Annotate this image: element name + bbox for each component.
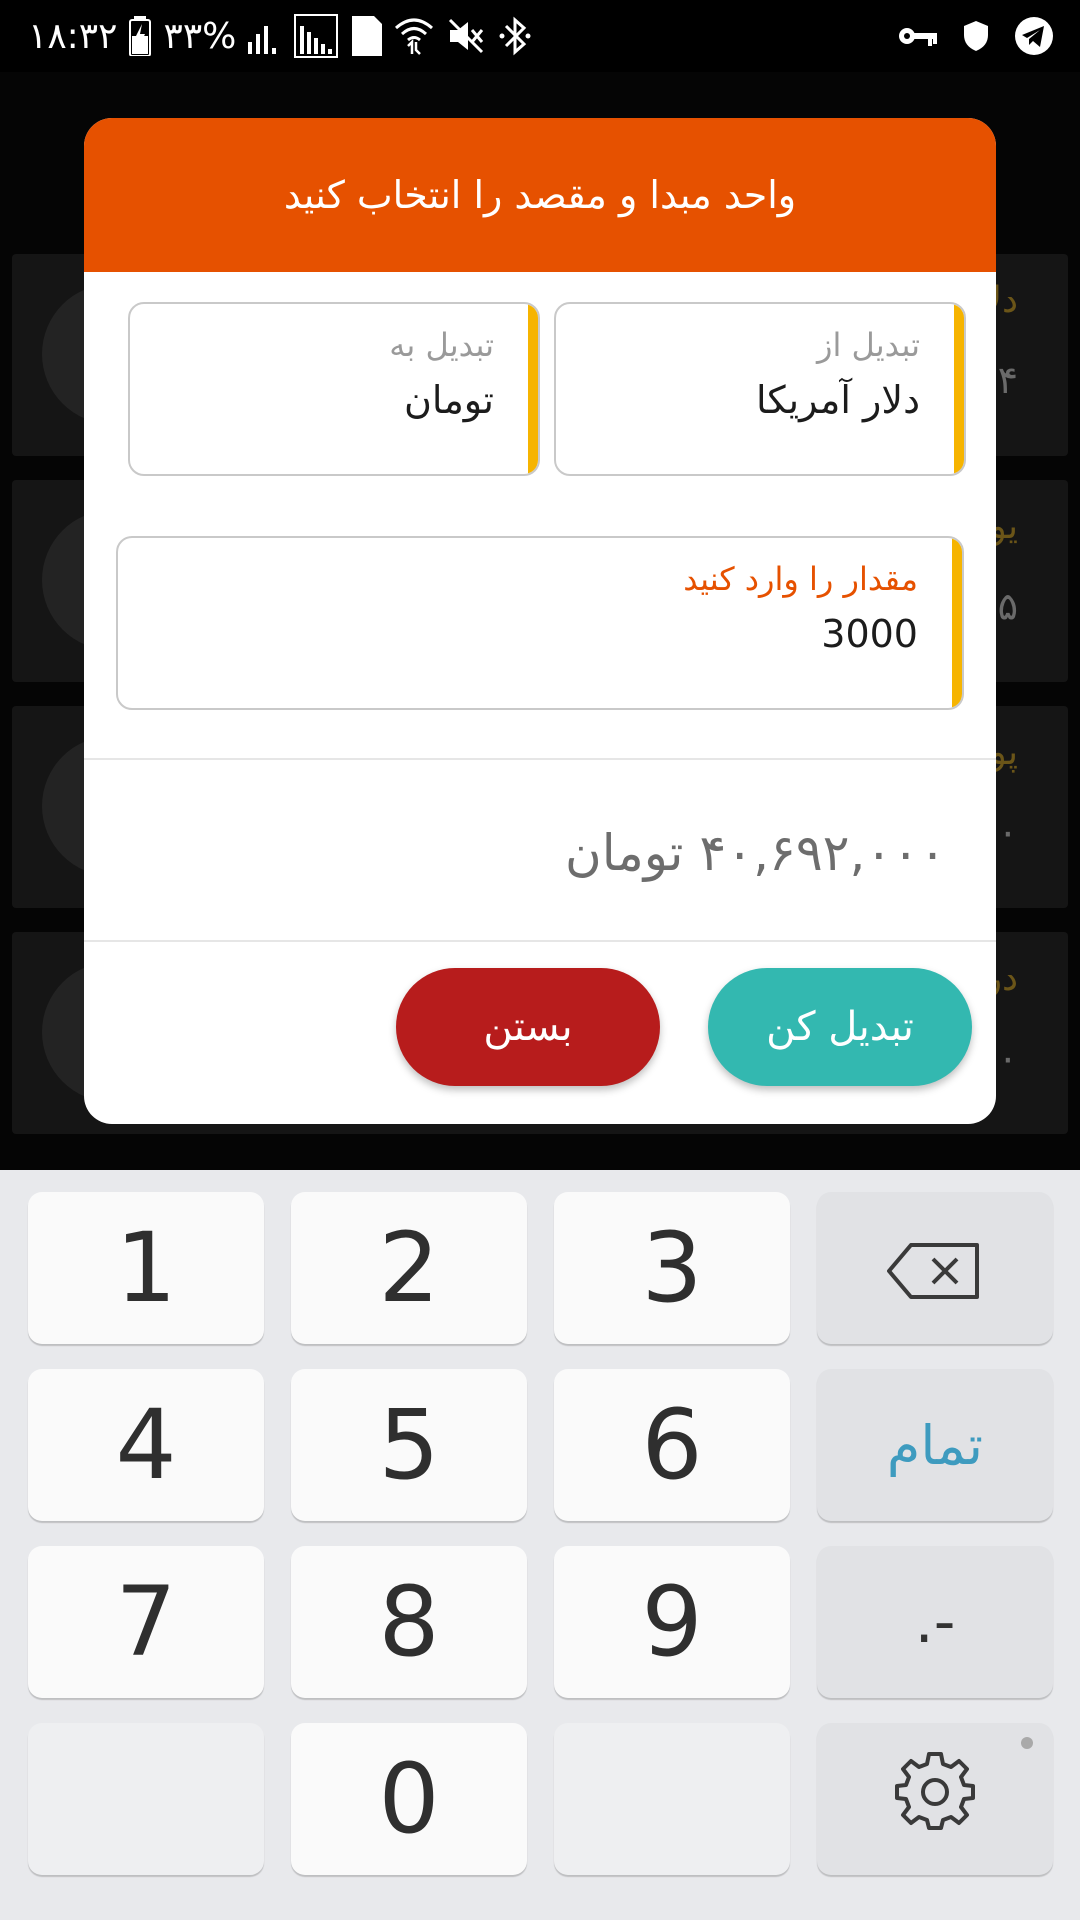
key-9[interactable]: 9: [554, 1546, 790, 1698]
amount-input[interactable]: مقدار را وارد کنید 3000: [116, 536, 964, 710]
field-accent: [528, 304, 538, 474]
bluetooth-icon: [498, 14, 532, 58]
empty-key: [554, 1723, 790, 1875]
to-unit-value: تومان: [403, 378, 494, 422]
status-bar: ۱۸:۳۲ ۳۳%: [0, 0, 1080, 72]
from-unit-value: دلار آمریکا: [755, 378, 920, 422]
to-unit-label: تبدیل به: [389, 326, 494, 364]
from-unit-label: تبدیل از: [816, 326, 920, 364]
battery-percent: ۳۳%: [163, 15, 237, 57]
symbol-key-label: .-: [914, 1587, 956, 1657]
dialog-header: واحد مبدا و مقصد را انتخاب کنید: [84, 118, 996, 272]
field-accent: [954, 304, 964, 474]
convert-button[interactable]: تبدیل کن: [708, 968, 972, 1086]
numeric-keyboard: 1 2 3 4 5 6 تمام 7 8 9 .- 0: [0, 1170, 1080, 1920]
to-unit-field[interactable]: تبدیل به تومان: [128, 302, 540, 476]
signal-icon: [248, 14, 282, 58]
amount-value: 3000: [821, 612, 918, 656]
key-4[interactable]: 4: [28, 1369, 264, 1521]
done-key-label: تمام: [886, 1413, 984, 1477]
divider: [84, 940, 996, 942]
key-6[interactable]: 6: [554, 1369, 790, 1521]
key-7[interactable]: 7: [28, 1546, 264, 1698]
key-5[interactable]: 5: [291, 1369, 527, 1521]
mute-icon: [446, 14, 486, 58]
wifi-icon: [394, 14, 434, 58]
vpn-key-icon: [898, 14, 938, 58]
settings-key[interactable]: [817, 1723, 1053, 1875]
gear-icon: [893, 1743, 977, 1855]
key-indicator-dot: [1021, 1737, 1033, 1749]
key-0[interactable]: 0: [291, 1723, 527, 1875]
from-unit-field[interactable]: تبدیل از دلار آمریکا: [554, 302, 966, 476]
close-button[interactable]: بستن: [396, 968, 660, 1086]
amount-label: مقدار را وارد کنید: [683, 560, 918, 598]
list-item-value: ۵: [997, 584, 1018, 628]
done-key[interactable]: تمام: [817, 1369, 1053, 1521]
telegram-icon: [1014, 14, 1054, 58]
dialog-title: واحد مبدا و مقصد را انتخاب کنید: [283, 173, 797, 217]
field-accent: [952, 538, 962, 708]
signal-strength-icon: [294, 14, 339, 58]
shield-icon: [964, 14, 988, 58]
backspace-key[interactable]: [817, 1192, 1053, 1344]
conversion-result: ۴۰,۶۹۲,۰۰۰ تومان: [564, 824, 946, 882]
key-3[interactable]: 3: [554, 1192, 790, 1344]
key-2[interactable]: 2: [291, 1192, 527, 1344]
convert-dialog: واحد مبدا و مقصد را انتخاب کنید تبدیل از…: [84, 118, 996, 1124]
sim-icon: [350, 14, 383, 58]
symbol-key[interactable]: .-: [817, 1546, 1053, 1698]
divider: [84, 758, 996, 760]
list-item-value: ۰: [997, 810, 1018, 854]
backspace-icon: [887, 1212, 983, 1324]
status-time: ۱۸:۳۲: [28, 15, 118, 57]
key-8[interactable]: 8: [291, 1546, 527, 1698]
key-1[interactable]: 1: [28, 1192, 264, 1344]
empty-key: [28, 1723, 264, 1875]
battery-icon: [129, 14, 152, 58]
